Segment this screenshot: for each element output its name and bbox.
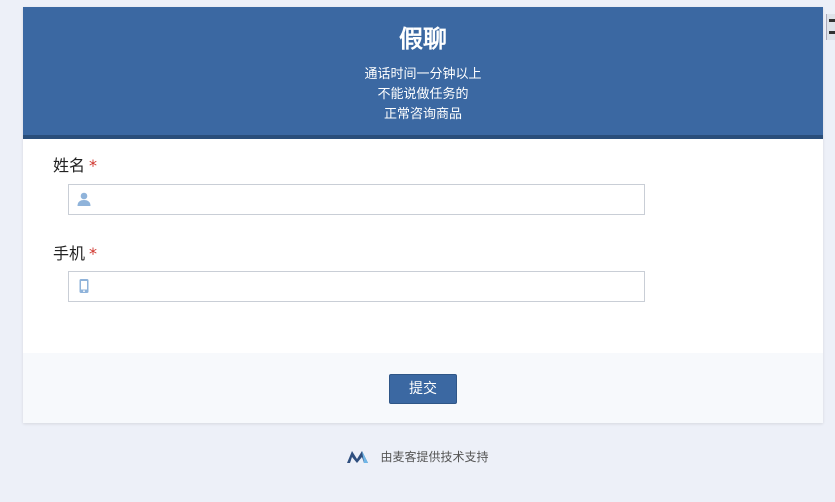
powered-by: 由麦客提供技术支持 <box>0 446 835 466</box>
submit-button[interactable]: 提交 <box>389 374 457 404</box>
description-line: 通话时间一分钟以上 <box>364 67 482 82</box>
form-title: 假聊 <box>399 25 447 53</box>
name-label-text: 姓名 <box>53 156 86 175</box>
form-description: 通话时间一分钟以上 不能说做任务的 正常咨询商品 <box>23 65 823 125</box>
phone-field-label: 手机 * <box>53 244 97 264</box>
name-input-wrapper[interactable] <box>68 184 645 216</box>
name-field-label: 姓名 * <box>53 156 97 176</box>
required-mark: * <box>89 244 98 263</box>
required-mark: * <box>89 156 98 175</box>
phone-label-text: 手机 <box>53 244 86 263</box>
powered-by-text[interactable]: 由麦客提供技术支持 <box>380 448 488 465</box>
form-header: 假聊 通话时间一分钟以上 不能说做任务的 正常咨询商品 <box>23 7 823 139</box>
name-input[interactable] <box>99 185 643 216</box>
description-line: 不能说做任务的 <box>377 87 469 102</box>
maike-logo-icon <box>347 451 369 463</box>
side-toggle-button[interactable] <box>826 14 835 40</box>
form-card: 假聊 通话时间一分钟以上 不能说做任务的 正常咨询商品 姓名 * 手机 * 提交 <box>23 7 823 423</box>
phone-input-wrapper[interactable] <box>68 271 645 303</box>
mobile-phone-icon <box>79 279 89 293</box>
phone-input[interactable] <box>99 272 643 303</box>
description-line: 正常咨询商品 <box>383 107 462 122</box>
user-icon <box>77 192 91 206</box>
